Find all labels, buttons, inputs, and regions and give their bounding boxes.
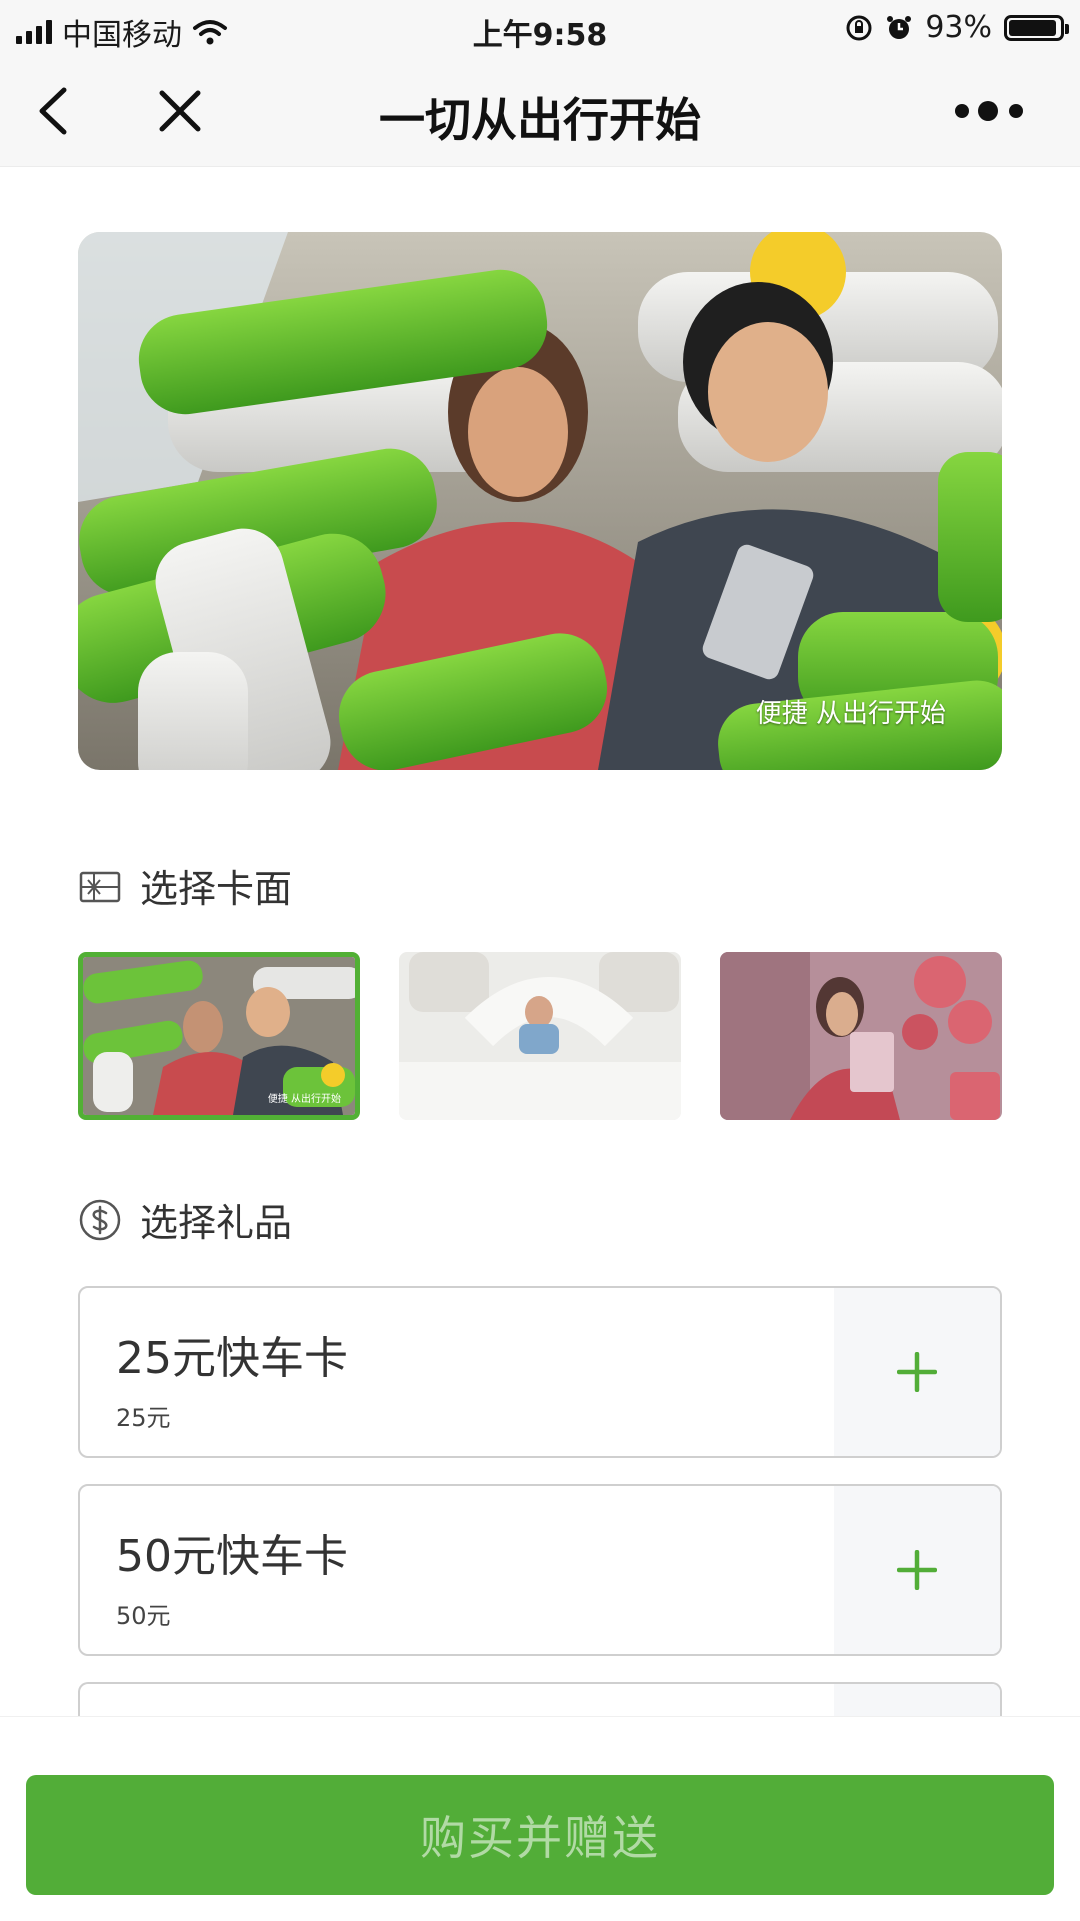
more-button[interactable] — [940, 76, 1040, 146]
battery-percent: 93% — [925, 10, 992, 45]
battery-fill — [1009, 19, 1056, 36]
card-face-option-1[interactable]: 便捷 从出行开始 — [78, 952, 360, 1120]
section-gift-title: 选择礼品 — [140, 1201, 293, 1245]
gift-item[interactable]: 50元快车卡 50元 — [78, 1484, 1002, 1656]
alarm-icon — [887, 15, 912, 39]
bottom-bar: 购买并赠送 — [0, 1716, 1080, 1921]
status-right: 93% — [845, 10, 1069, 45]
hero-caption: 便捷 从出行开始 — [755, 699, 946, 729]
gift-card-icon — [79, 871, 121, 902]
gift-price: 25元 — [116, 1404, 171, 1432]
section-choose-card: 选择卡面 — [78, 858, 292, 913]
gift-item[interactable]: 25元快车卡 25元 — [78, 1286, 1002, 1458]
card-face-caption-1: 便捷 从出行开始 — [267, 1094, 341, 1105]
orientation-lock-icon — [846, 15, 872, 40]
card-face-option-3[interactable] — [720, 952, 1002, 1120]
nav-bar: 一切从出行开始 — [0, 56, 1080, 167]
section-choose-gift: 选择礼品 — [78, 1192, 292, 1247]
section-card-title: 选择卡面 — [140, 867, 293, 911]
more-dots-icon — [955, 101, 1023, 121]
card-face-list: 便捷 从出行开始 — [78, 952, 1002, 1120]
buy-and-send-button[interactable]: 购买并赠送 — [26, 1775, 1054, 1895]
battery-icon — [1004, 14, 1069, 41]
add-gift-button[interactable] — [834, 1486, 1000, 1654]
hero-illustration — [78, 232, 1002, 770]
card-face-image-3 — [720, 952, 1002, 1120]
gift-name: 50元快车卡 — [116, 1531, 348, 1582]
hero-banner: 便捷 从出行开始 — [78, 232, 1002, 770]
add-gift-button[interactable] — [834, 1288, 1000, 1456]
dollar-icon — [79, 1199, 121, 1240]
gift-price: 50元 — [116, 1602, 171, 1630]
plus-icon — [897, 1550, 937, 1590]
status-bar: 中国移动 上午9:58 93% — [0, 0, 1080, 56]
plus-icon — [897, 1352, 937, 1392]
card-face-option-2[interactable] — [399, 952, 681, 1120]
page-title: 一切从出行开始 — [379, 93, 701, 147]
card-face-image-2 — [399, 952, 681, 1120]
gift-name: 25元快车卡 — [116, 1333, 348, 1384]
